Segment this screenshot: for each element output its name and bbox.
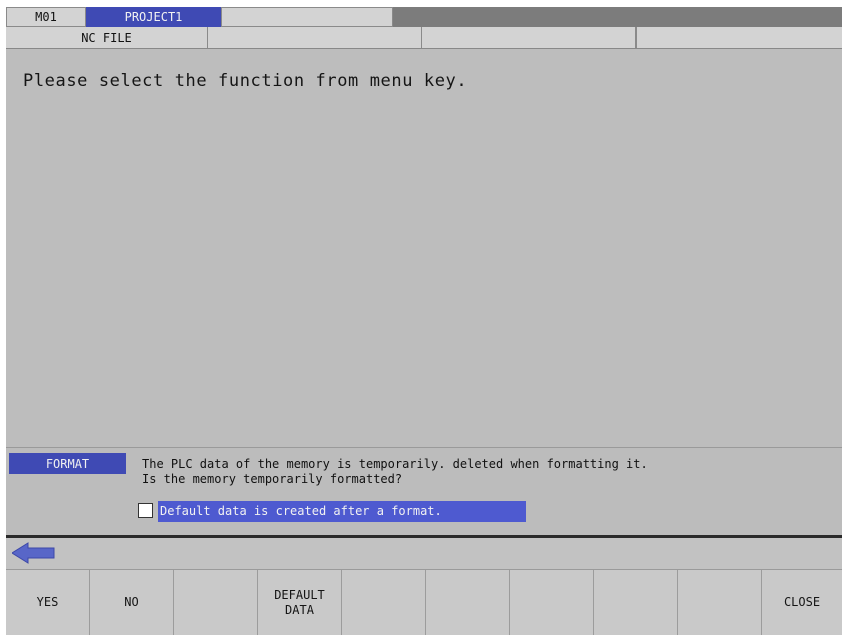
default-data-checkbox[interactable]	[138, 503, 153, 518]
tab-machine[interactable]: M01	[6, 7, 86, 27]
info-cell-2	[208, 27, 422, 48]
format-dialog: FORMAT The PLC data of the memory is tem…	[6, 447, 842, 535]
close-button[interactable]: CLOSE	[762, 570, 842, 635]
menu-key-8[interactable]	[594, 570, 678, 635]
no-button[interactable]: NO	[90, 570, 174, 635]
file-info-bar: NC FILE	[6, 27, 842, 49]
yes-button[interactable]: YES	[6, 570, 90, 635]
top-tab-bar: M01 PROJECT1	[6, 7, 842, 27]
nc-screen: M01 PROJECT1 NC FILE Please select the f…	[6, 7, 842, 635]
dialog-message-line2: Is the memory temporarily formatted?	[142, 472, 403, 486]
tab-project[interactable]: PROJECT1	[86, 7, 221, 27]
menu-key-3[interactable]	[174, 570, 258, 635]
menu-nav-bar	[6, 538, 842, 569]
default-data-option[interactable]: Default data is created after a format.	[138, 501, 528, 523]
left-arrow-icon[interactable]	[11, 541, 56, 569]
menu-key-7[interactable]	[510, 570, 594, 635]
default-data-button[interactable]: DEFAULT DATA	[258, 570, 342, 635]
menu-key-6[interactable]	[426, 570, 510, 635]
nc-file-label: NC FILE	[6, 27, 208, 48]
menu-key-bar: YES NO DEFAULT DATA CLOSE	[6, 569, 842, 635]
menu-key-9[interactable]	[678, 570, 762, 635]
menu-key-5[interactable]	[342, 570, 426, 635]
info-cell-5	[636, 27, 842, 48]
format-label: FORMAT	[9, 453, 126, 474]
guidance-message: Please select the function from menu key…	[23, 71, 468, 91]
dialog-message-line1: The PLC data of the memory is temporaril…	[142, 457, 648, 471]
tab-empty[interactable]	[221, 7, 393, 27]
info-cell-3	[422, 27, 636, 48]
main-display: Please select the function from menu key…	[6, 49, 842, 447]
default-data-option-label[interactable]: Default data is created after a format.	[158, 501, 526, 522]
